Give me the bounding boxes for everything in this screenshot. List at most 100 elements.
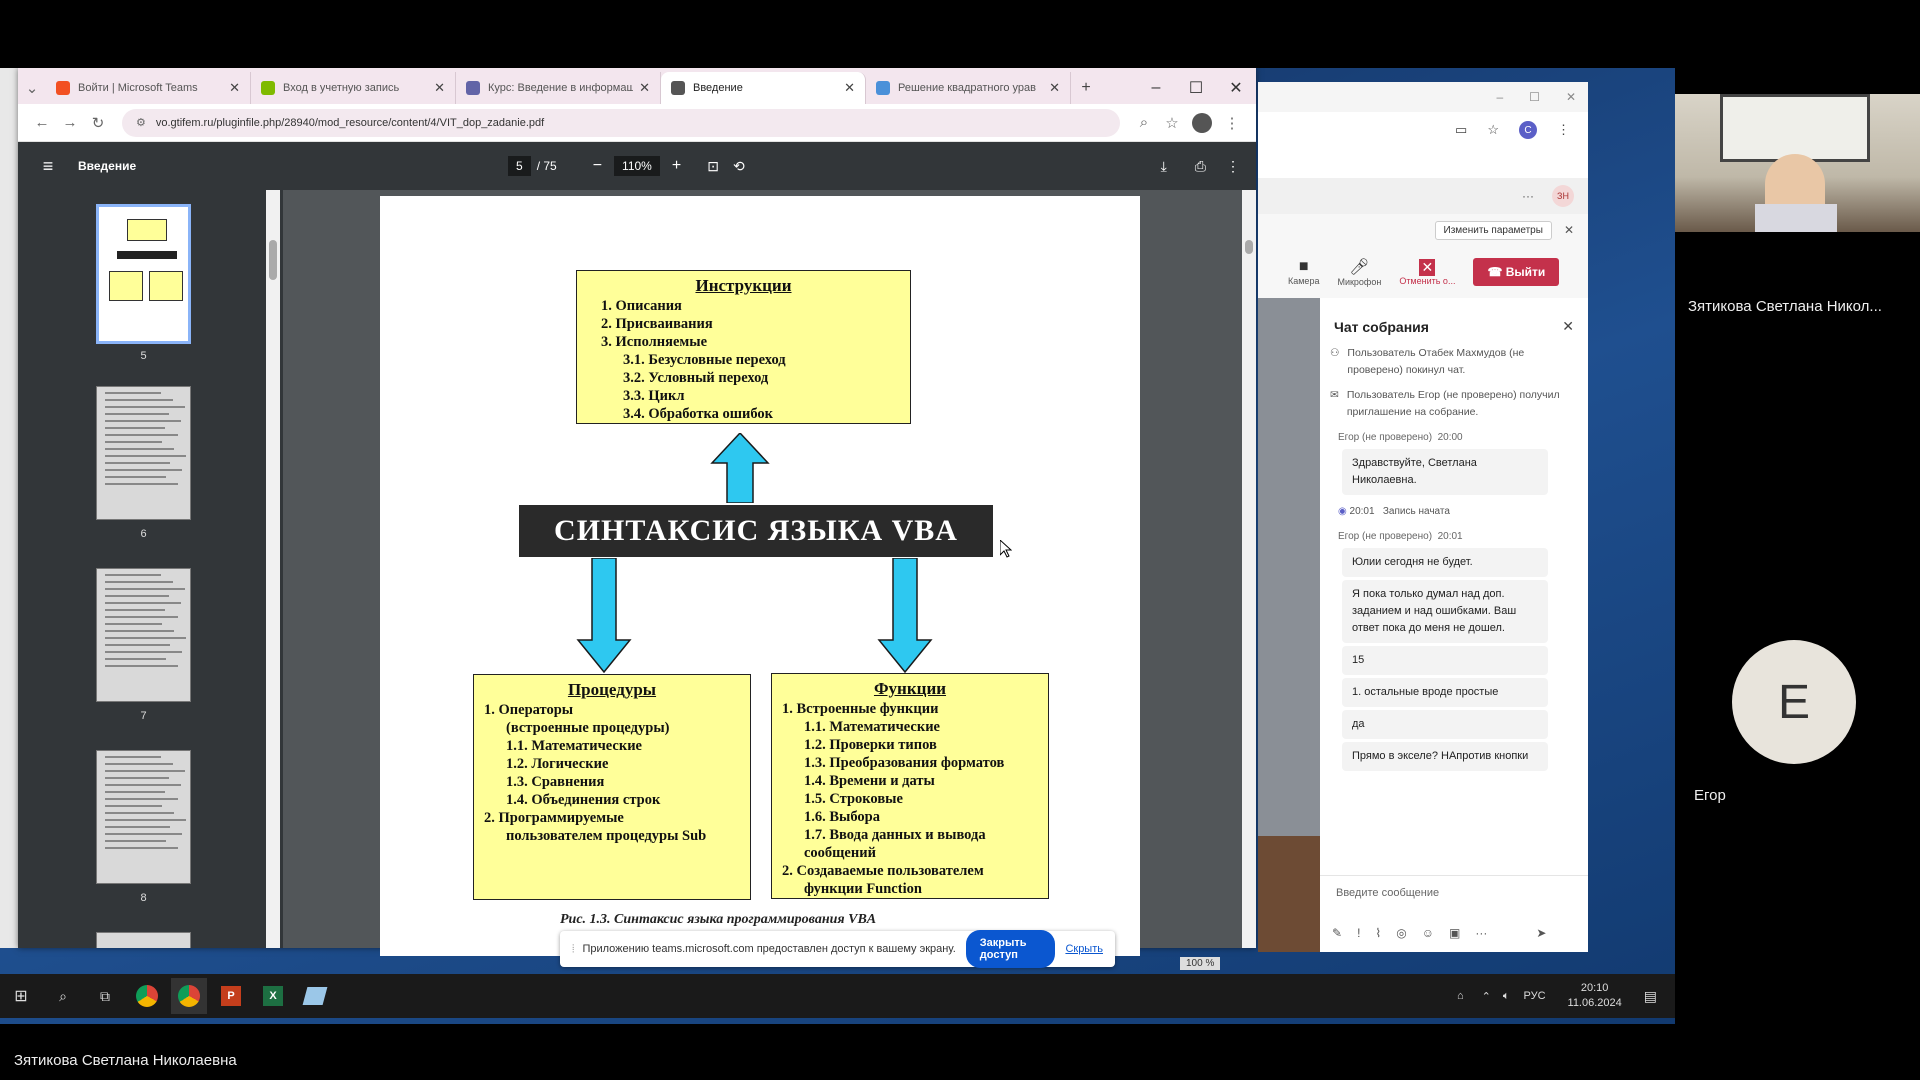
app-icon[interactable] (297, 978, 333, 1014)
maximize-button[interactable]: ☐ (1176, 78, 1216, 98)
emoji-icon[interactable]: ☺ (1422, 926, 1434, 940)
page-number-input[interactable]: 5 (508, 156, 531, 176)
meeting-more-icon[interactable]: ··· (1522, 189, 1534, 203)
excel-icon[interactable]: X (255, 978, 291, 1014)
chat-message[interactable]: Юлии сегодня не будет. (1342, 548, 1548, 577)
zoom-in-button[interactable]: + (672, 157, 681, 175)
teams-close-button[interactable]: ✕ (1566, 90, 1576, 104)
teams-maximize-button[interactable]: ☐ (1529, 90, 1540, 104)
url-field[interactable]: ⚙ vo.gtifem.ru/pluginfile.php/28940/mod_… (122, 108, 1120, 137)
rotate-icon[interactable]: ⟲ (733, 158, 745, 175)
sidebar-scrollbar[interactable] (266, 190, 280, 948)
browser-menu-icon[interactable]: ⋮ (1218, 114, 1246, 132)
profile-avatar[interactable] (1192, 112, 1212, 133)
zoom-input[interactable]: 110% (614, 156, 660, 176)
browser-tab[interactable]: Вход в учетную запись ✕ (251, 72, 456, 104)
tab-close-icon[interactable]: ✕ (639, 80, 650, 96)
browser-tab[interactable]: Курс: Введение в информаш ✕ (456, 72, 661, 104)
chat-message[interactable]: да (1342, 710, 1548, 739)
chat-message[interactable]: Здравствуйте, Светлана Николаевна. (1342, 449, 1548, 495)
teams-camera-toggle-icon[interactable]: ▭ (1455, 122, 1467, 138)
tab-close-icon[interactable]: ✕ (434, 80, 445, 96)
page-thumbnail[interactable] (96, 750, 191, 884)
browser-tab[interactable]: Введение ✕ (661, 72, 866, 104)
vba-syntax-title: СИНТАКСИС ЯЗЫКА VBA (519, 505, 993, 557)
browser-tab[interactable]: Решение квадратного урав ✕ (866, 72, 1071, 104)
chat-message[interactable]: 1. остальные вроде простые (1342, 678, 1548, 707)
chat-message[interactable]: Прямо в экселе? НАпротив кнопки (1342, 742, 1548, 771)
thumbnail-sidebar[interactable]: 5 6 7 8 (18, 190, 283, 948)
more-options-icon[interactable]: ··· (1475, 926, 1487, 940)
tab-search-icon[interactable]: ⌄ (18, 72, 46, 104)
hide-link[interactable]: Скрыть (1065, 943, 1103, 955)
drag-handle-icon[interactable]: ⦙ (572, 943, 574, 956)
camera-button[interactable]: ■ Камера (1288, 258, 1319, 286)
reload-icon[interactable]: ↻ (84, 114, 112, 132)
close-banner-icon[interactable]: ✕ (1564, 223, 1574, 237)
browser-tab[interactable]: Войти | Microsoft Teams ✕ (46, 72, 251, 104)
clock[interactable]: 20:10 11.06.2024 (1568, 981, 1622, 1011)
attach-icon[interactable]: ⌇ (1375, 926, 1381, 940)
stop-sharing-button[interactable]: Закрыть доступ (965, 930, 1056, 968)
teams-profile-avatar[interactable]: C (1519, 121, 1537, 139)
tray-expand-icon[interactable]: ⌃ (1482, 990, 1491, 1003)
new-tab-button[interactable]: + (1071, 72, 1101, 104)
zoom-out-button[interactable]: − (593, 157, 602, 175)
teams-star-icon[interactable]: ☆ (1487, 122, 1499, 138)
message-input[interactable]: Введите сообщение (1328, 878, 1578, 908)
search-icon[interactable]: ⌕ (45, 978, 81, 1014)
send-icon[interactable]: ➤ (1536, 926, 1546, 940)
language-indicator[interactable]: РУС (1523, 990, 1545, 1002)
pdf-viewport[interactable]: 5 6 7 8 Инструкции 1. Описания 2. Присваиван… (18, 190, 1256, 956)
chrome-icon[interactable] (129, 978, 165, 1014)
page-thumbnail[interactable] (96, 204, 191, 344)
chat-title: Чат собрания (1334, 318, 1429, 335)
page-thumbnail[interactable] (96, 932, 191, 948)
start-icon[interactable]: ⊞ (3, 978, 39, 1014)
format-icon[interactable]: ✎ (1332, 926, 1342, 940)
stop-share-button[interactable]: ✕ Отменить о... (1399, 258, 1455, 286)
important-icon[interactable]: ! (1357, 926, 1360, 940)
fit-page-icon[interactable]: ⊡ (707, 158, 719, 175)
loop-icon[interactable]: ◎ (1396, 926, 1406, 940)
print-icon[interactable]: ⎙ (1195, 158, 1206, 175)
teams-minimize-button[interactable]: – (1496, 90, 1503, 104)
zoom-icon[interactable]: ⌕ (1130, 114, 1158, 131)
network-icon[interactable]: ⌂ (1457, 990, 1464, 1002)
system-message: ⚇ Пользователь Отабек Махмудов (не провер… (1330, 345, 1578, 379)
user-badge[interactable]: ЗН (1552, 185, 1574, 207)
page-scrollbar[interactable] (1242, 190, 1256, 948)
pdf-more-icon[interactable]: ⋮ (1226, 158, 1240, 175)
site-info-icon[interactable]: ⚙ (136, 116, 146, 129)
volume-icon[interactable]: 🔈︎ (1503, 990, 1510, 1003)
notifications-icon[interactable]: ▤ (1644, 988, 1657, 1005)
mic-button[interactable]: 🎤︎ Микрофон (1337, 257, 1381, 287)
chat-message[interactable]: 15 (1342, 646, 1548, 675)
gif-icon[interactable]: ▣ (1449, 926, 1460, 940)
change-params-button[interactable]: Изменить параметры (1434, 220, 1552, 240)
phone-hangup-icon: ☎ (1487, 265, 1506, 279)
page-thumbnail[interactable] (96, 386, 191, 520)
bookmark-star-icon[interactable]: ☆ (1158, 114, 1186, 132)
chrome-icon-active[interactable] (171, 978, 207, 1014)
powerpoint-icon[interactable]: P (213, 978, 249, 1014)
page-thumbnail[interactable] (96, 568, 191, 702)
tab-close-icon[interactable]: ✕ (229, 80, 240, 96)
forward-icon[interactable]: → (56, 114, 84, 131)
task-view-icon[interactable]: ⧉ (87, 978, 123, 1014)
close-window-button[interactable]: ✕ (1216, 78, 1256, 98)
download-icon[interactable]: ⤓ (1161, 158, 1167, 175)
background-window-edge (0, 68, 18, 948)
chat-message[interactable]: Я пока только думал над доп. заданием и … (1342, 580, 1548, 643)
thumbnail-page-number: 8 (140, 892, 147, 904)
teams-more-icon[interactable]: ⋮ (1557, 122, 1570, 138)
tab-close-icon[interactable]: ✕ (1049, 80, 1060, 96)
mouse-cursor-icon (1000, 540, 1012, 558)
pdf-menu-icon[interactable]: ≡ (18, 156, 78, 177)
leave-button[interactable]: ☎ Выйти (1473, 258, 1560, 286)
close-chat-icon[interactable]: ✕ (1562, 318, 1574, 335)
back-icon[interactable]: ← (28, 114, 56, 131)
tab-close-icon[interactable]: ✕ (844, 80, 855, 96)
minimize-button[interactable]: – (1136, 79, 1176, 97)
diagram-line: 1.5. Строковые (804, 791, 903, 807)
